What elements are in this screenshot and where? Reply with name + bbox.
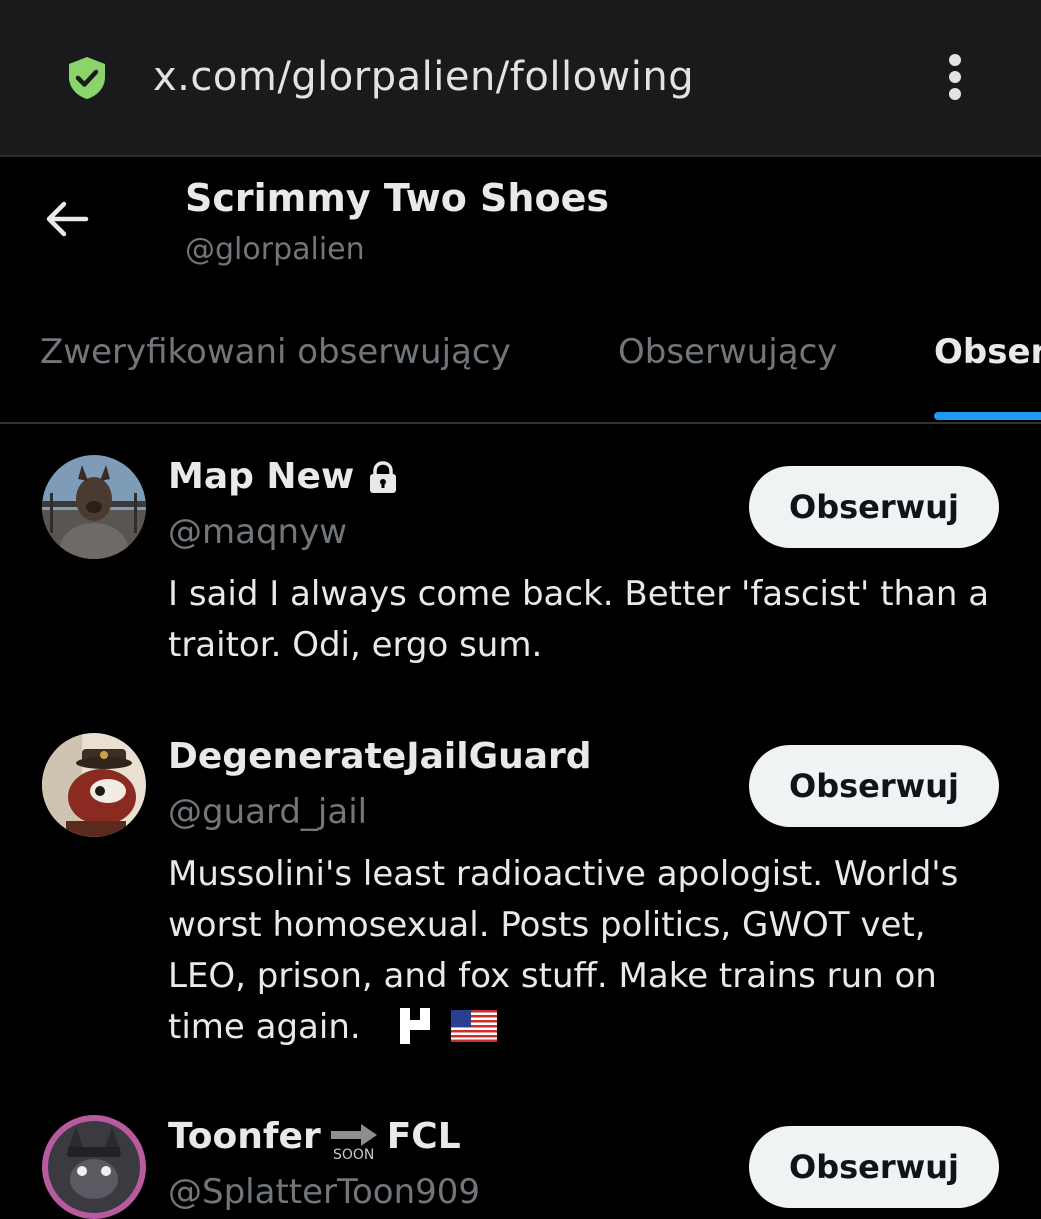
tab-followers[interactable]: Obserwujący xyxy=(618,332,837,372)
user-name[interactable]: Toonfer SOON FCL xyxy=(168,1116,461,1162)
user-bio: I said I always come back. Better 'fasci… xyxy=(168,574,990,665)
follow-button[interactable]: Obserwuj xyxy=(749,466,999,548)
user-name-text[interactable]: Toonfer xyxy=(168,1116,321,1157)
user-name-suffix[interactable]: FCL xyxy=(387,1116,461,1157)
soon-arrow-icon: SOON xyxy=(330,1123,377,1163)
arrow-left-icon[interactable] xyxy=(42,194,92,244)
shield-check-icon[interactable] xyxy=(66,55,108,101)
flag-icon xyxy=(400,1008,431,1044)
right-arrow-icon xyxy=(330,1123,377,1146)
url-text[interactable]: x.com/glorpalien/following xyxy=(153,54,694,100)
user-handle[interactable]: @guard_jail xyxy=(168,792,367,832)
profile-handle: @glorpalien xyxy=(185,232,365,267)
soon-label: SOON xyxy=(333,1146,375,1163)
tab-following[interactable]: Obserwowani xyxy=(934,332,1041,372)
user-handle[interactable]: @SplatterToon909 xyxy=(168,1172,480,1212)
user-name-text[interactable]: Map New xyxy=(168,456,354,497)
us-flag-icon xyxy=(451,1010,498,1042)
user-bio-text: Mussolini's least radioactive apologist.… xyxy=(168,854,959,1047)
browser-url-bar: x.com/glorpalien/following xyxy=(0,0,1041,157)
tab-bar: Zweryfikowani obserwujący Obserwujący Ob… xyxy=(0,300,1041,424)
profile-name: Scrimmy Two Shoes xyxy=(185,176,609,220)
avatar[interactable] xyxy=(42,733,146,837)
avatar[interactable] xyxy=(42,455,146,559)
user-name[interactable]: Map New xyxy=(168,456,400,497)
tab-verified-followers[interactable]: Zweryfikowani obserwujący xyxy=(40,332,511,372)
user-name-text[interactable]: DegenerateJailGuard xyxy=(168,736,592,777)
avatar[interactable] xyxy=(42,1115,146,1219)
user-name[interactable]: DegenerateJailGuard xyxy=(168,736,592,777)
follow-button[interactable]: Obserwuj xyxy=(749,745,999,827)
active-tab-indicator xyxy=(934,412,1041,420)
more-vertical-icon[interactable] xyxy=(940,54,970,100)
user-bio: Mussolini's least radioactive apologist.… xyxy=(168,849,1008,1053)
lock-icon xyxy=(370,460,397,493)
follow-button[interactable]: Obserwuj xyxy=(749,1126,999,1208)
user-handle[interactable]: @maqnyw xyxy=(168,512,347,552)
